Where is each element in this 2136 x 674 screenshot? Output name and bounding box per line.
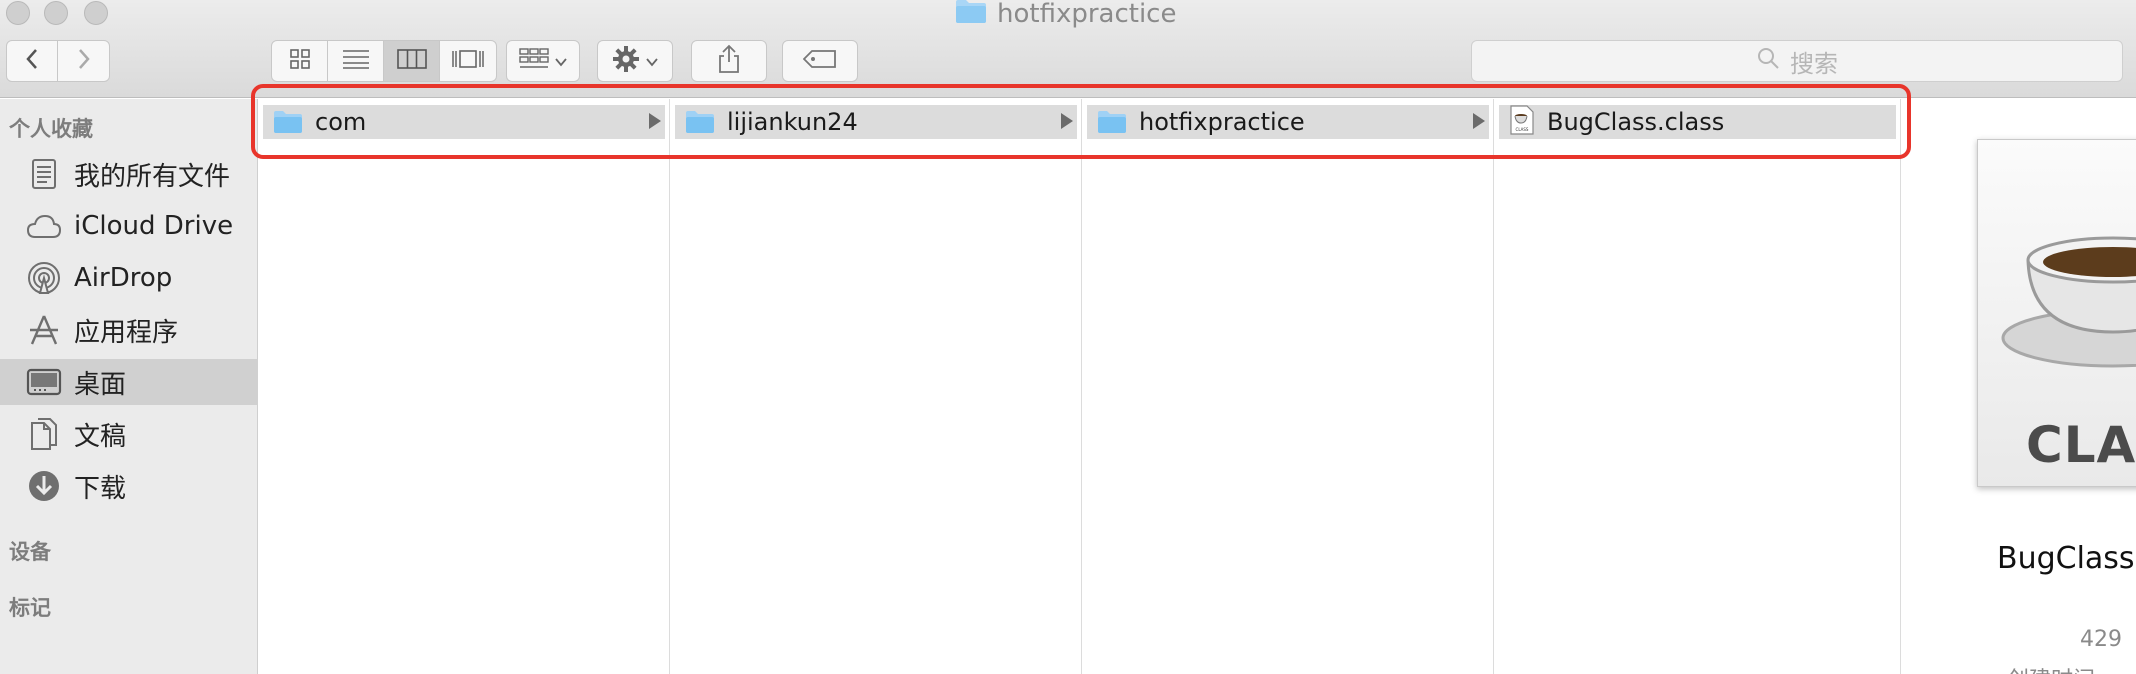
sidebar-item-documents[interactable]: 文稿 <box>0 411 258 457</box>
sidebar-item-label: AirDrop <box>74 263 173 293</box>
sidebar-item-label: 文稿 <box>74 421 127 452</box>
chevron-down-icon <box>555 52 567 71</box>
sidebar-item-label: 应用程序 <box>74 317 179 348</box>
sidebar-item-icloud-drive[interactable]: iCloud Drive <box>0 203 258 249</box>
column-row-selected[interactable]: CLASS BugClass.class <box>1499 105 1896 139</box>
column-row-selected[interactable]: hotfixpractice <box>1087 105 1489 139</box>
edit-tags-button[interactable] <box>782 40 858 82</box>
preview-pane: CLASS BugClass 429 创建时间 <box>1901 99 2136 674</box>
sidebar: 个人收藏 我的所有文件 iCloud Drive AirDrop 应用程序 桌面… <box>0 99 258 674</box>
coffee-cup-icon <box>1998 220 2136 374</box>
disclosure-arrow-icon <box>1473 113 1485 129</box>
sidebar-section-tags: 标记 <box>9 596 51 620</box>
back-button[interactable] <box>7 41 59 81</box>
sidebar-item-label: 下载 <box>74 473 127 504</box>
share-button[interactable] <box>691 40 767 82</box>
search-icon <box>1756 46 1780 76</box>
folder-icon <box>273 110 303 134</box>
icon-view-button[interactable] <box>272 41 328 81</box>
column-row-selected[interactable]: lijiankun24 <box>675 105 1077 139</box>
sidebar-section-favorites: 个人收藏 <box>9 117 93 141</box>
disclosure-arrow-icon <box>1061 113 1073 129</box>
airdrop-icon <box>26 260 62 296</box>
sidebar-item-all-files[interactable]: 我的所有文件 <box>0 151 258 197</box>
share-icon <box>717 44 741 78</box>
toolbar: hotfixpractice 搜索 <box>0 0 2136 98</box>
history-navigation <box>6 40 110 82</box>
search-placeholder: 搜索 <box>1790 49 1838 78</box>
cloud-icon <box>26 208 62 244</box>
folder-icon <box>1097 110 1127 134</box>
browser-column-2: lijiankun24 <box>671 99 1082 674</box>
svg-text:CLASS: CLASS <box>1516 127 1529 132</box>
column-row-label: hotfixpractice <box>1139 108 1305 136</box>
sidebar-item-label: 桌面 <box>74 369 127 400</box>
list-view-button[interactable] <box>328 41 384 81</box>
column-row-label: BugClass.class <box>1547 108 1725 136</box>
preview-thumbnail: CLASS <box>1977 139 2136 487</box>
preview-badge-text: CLASS <box>2026 416 2136 474</box>
action-menu-button[interactable] <box>597 40 673 82</box>
column-row-label: lijiankun24 <box>727 108 858 136</box>
grid-icon <box>289 48 311 74</box>
preview-file-name: BugClass <box>1997 541 2135 576</box>
applications-icon <box>26 312 62 348</box>
window-title: hotfixpractice <box>955 0 1176 31</box>
documents-icon <box>26 416 62 452</box>
search-field[interactable]: 搜索 <box>1471 40 2123 82</box>
sidebar-item-label: iCloud Drive <box>74 211 234 241</box>
sidebar-item-applications[interactable]: 应用程序 <box>0 307 258 353</box>
disclosure-arrow-icon <box>649 113 661 129</box>
sidebar-item-label: 我的所有文件 <box>74 161 231 192</box>
preview-file-size: 429 <box>2080 627 2122 652</box>
view-mode-control <box>271 40 497 82</box>
sidebar-item-airdrop[interactable]: AirDrop <box>0 255 258 301</box>
column-row-selected[interactable]: com <box>263 105 665 139</box>
gear-icon <box>612 45 640 77</box>
arrange-button[interactable] <box>506 40 580 82</box>
arrange-icon <box>519 48 549 74</box>
tag-icon <box>802 49 837 73</box>
chevron-down-icon <box>646 52 658 71</box>
columns-icon <box>396 49 427 73</box>
sidebar-item-desktop[interactable]: 桌面 <box>0 359 258 405</box>
column-row-label: com <box>315 108 367 136</box>
window-title-text: hotfixpractice <box>997 0 1177 29</box>
column-view-button[interactable] <box>384 41 440 81</box>
cover-flow-view-button[interactable] <box>440 41 496 81</box>
folder-icon <box>955 0 987 31</box>
browser-column-4: CLASS BugClass.class <box>1495 99 1901 674</box>
chevron-right-icon <box>76 47 92 75</box>
zoom-window-button[interactable] <box>84 1 108 25</box>
preview-created-label: 创建时间 <box>2007 662 2095 674</box>
download-icon <box>26 468 62 504</box>
browser-column-3: hotfixpractice <box>1083 99 1494 674</box>
chevron-left-icon <box>24 47 40 75</box>
list-icon <box>342 49 370 73</box>
sidebar-item-downloads[interactable]: 下载 <box>0 463 258 509</box>
forward-button[interactable] <box>58 41 109 81</box>
sidebar-section-devices: 设备 <box>9 540 51 564</box>
folder-icon <box>685 110 715 134</box>
minimize-window-button[interactable] <box>44 1 68 25</box>
all-files-icon <box>26 156 62 192</box>
desktop-icon <box>26 364 62 400</box>
cover-flow-icon <box>452 49 484 73</box>
close-window-button[interactable] <box>6 1 30 25</box>
class-file-icon: CLASS <box>1509 105 1535 139</box>
browser-column-1: com <box>259 99 670 674</box>
